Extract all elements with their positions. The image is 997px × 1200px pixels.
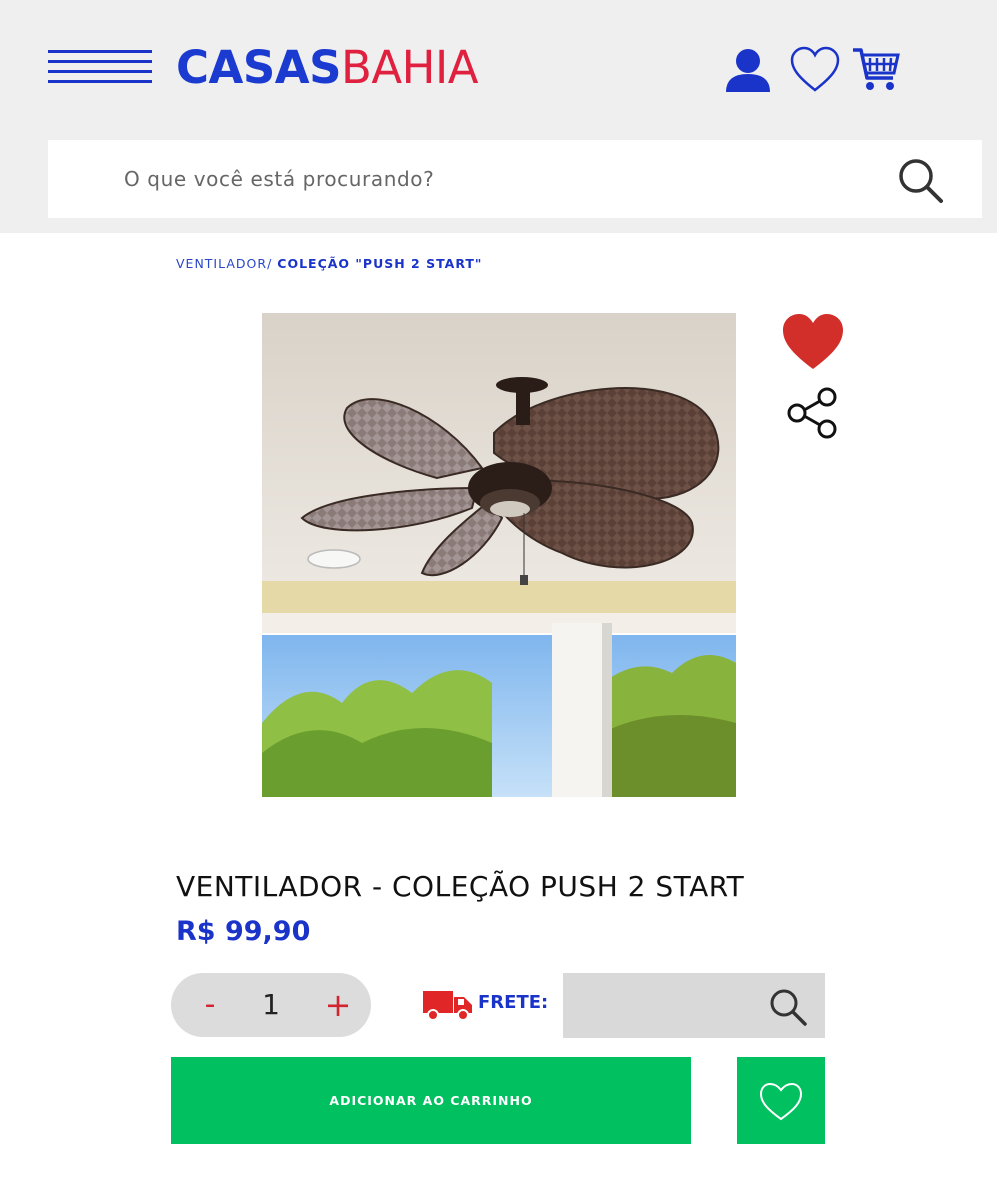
logo-bahia: BAHIA [341,41,479,94]
search-bar [48,140,982,218]
quantity-input[interactable] [241,973,301,1037]
heart-filled-icon[interactable] [780,312,846,372]
logo-casas: CASAS [176,41,342,94]
search-input[interactable] [48,140,888,218]
zipcode-input[interactable] [563,973,763,1038]
heart-outline-icon [759,1082,803,1121]
breadcrumb-current: COLEÇÃO "PUSH 2 START" [277,256,483,271]
site-logo[interactable]: CASASBAHIA [176,40,479,96]
product-image[interactable] [262,313,736,797]
search-icon[interactable] [768,987,808,1027]
hamburger-menu-icon[interactable] [48,50,152,84]
add-to-wishlist-button[interactable] [737,1057,825,1144]
breadcrumb-parent-link[interactable]: VENTILADOR/ [176,256,272,271]
product-title: VENTILADOR - COLEÇÃO PUSH 2 START [176,870,745,903]
share-icon[interactable] [785,385,841,441]
breadcrumb: VENTILADOR/ COLEÇÃO "PUSH 2 START" [176,256,482,271]
site-header: CASASBAHIA [0,0,997,233]
user-icon[interactable] [722,44,774,96]
add-to-cart-button[interactable]: ADICIONAR AO CARRINHO [171,1057,691,1144]
shipping-label: FRETE: [478,992,549,1013]
heart-outline-icon[interactable] [789,44,841,96]
delivery-truck-icon [422,987,474,1023]
product-price: R$ 99,90 [176,916,311,947]
quantity-stepper: - + [171,973,371,1037]
shopping-cart-icon[interactable] [850,44,902,96]
increase-quantity-button[interactable]: + [313,973,363,1037]
search-icon[interactable] [896,156,946,206]
shipping-calculator [563,973,825,1038]
decrease-quantity-button[interactable]: - [185,973,235,1037]
